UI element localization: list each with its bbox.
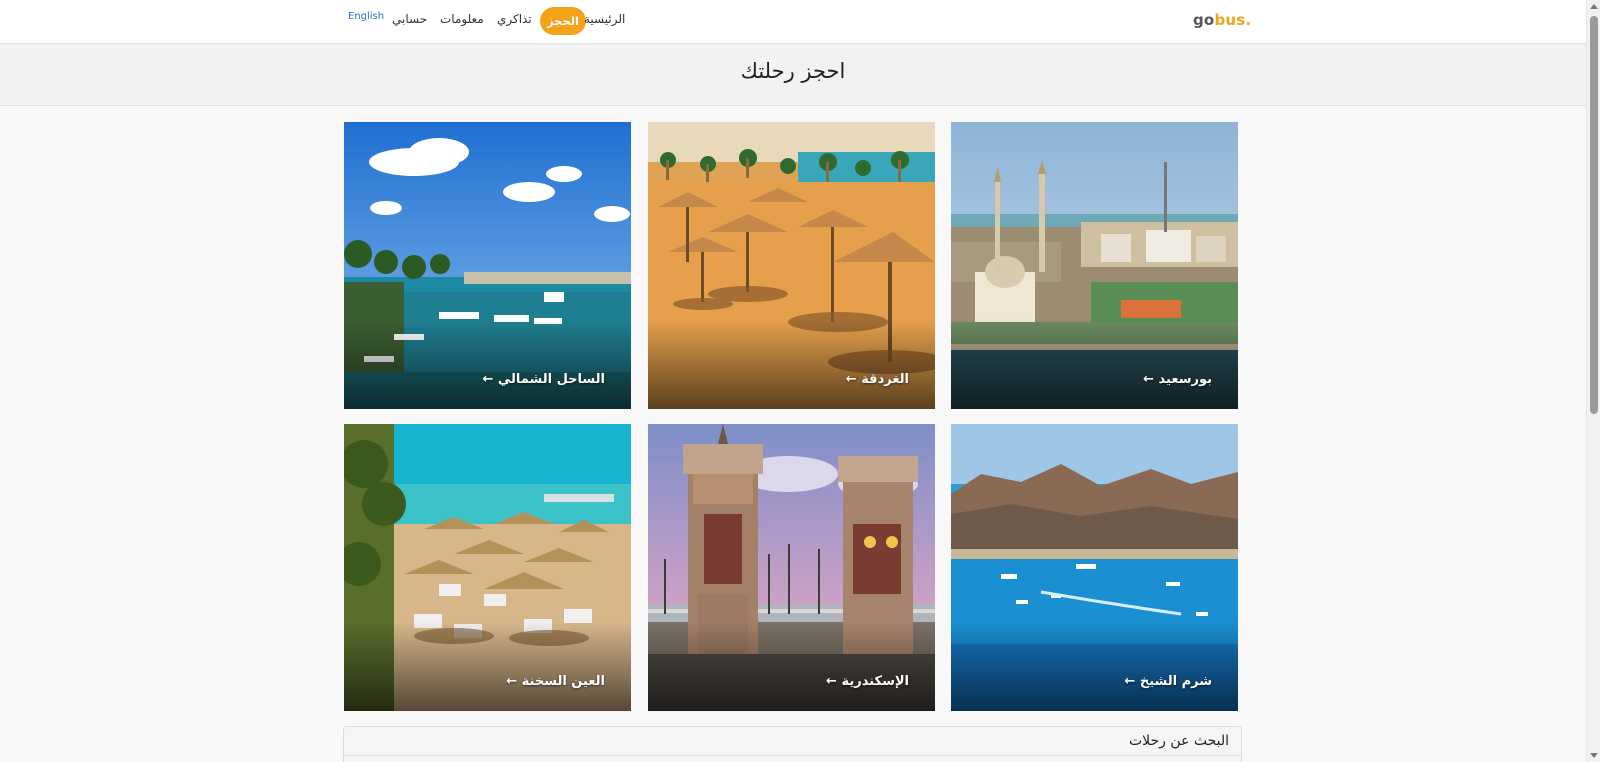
destination-card-port-said[interactable]: بورسعيد ← (951, 122, 1238, 409)
nav-item-account[interactable]: حسابي (392, 12, 427, 26)
destination-label: الساحل الشمالي ← (482, 372, 605, 387)
destination-card-north-coast[interactable]: الساحل الشمالي ← (344, 122, 631, 409)
nav-item-tickets[interactable]: تذاكري (497, 12, 532, 26)
page-title: احجز رحلتك (740, 59, 846, 83)
top-navbar: English حسابي معلومات تذاكري الحجز الرئي… (0, 0, 1586, 44)
nav-item-home[interactable]: الرئيسية (584, 12, 625, 26)
nav-item-info[interactable]: معلومات (440, 12, 484, 26)
vertical-scrollbar[interactable] (1586, 0, 1600, 762)
destination-card-sharm-el-sheikh[interactable]: شرم الشيخ ← (951, 424, 1238, 711)
destination-label: شرم الشيخ ← (1124, 674, 1212, 689)
destination-card-alexandria[interactable]: الإسكندرية ← (648, 424, 935, 711)
page-header: احجز رحلتك (0, 44, 1586, 106)
destination-label: الغردقة ← (845, 372, 909, 387)
scroll-up-icon[interactable] (1590, 4, 1598, 9)
language-switch-link[interactable]: English (348, 11, 384, 22)
scroll-thumb[interactable] (1590, 16, 1598, 414)
destination-label: بورسعيد ← (1143, 372, 1212, 387)
scroll-down-icon[interactable] (1590, 753, 1598, 758)
gobus-logo[interactable]: gobus. (1193, 11, 1251, 29)
nav-item-booking[interactable]: الحجز (540, 7, 586, 35)
search-trips-heading: البحث عن رحلات (1128, 733, 1229, 749)
destination-card-ain-sokhna[interactable]: العين السخنة ← (344, 424, 631, 711)
destination-card-hurghada[interactable]: الغردقة ← (648, 122, 935, 409)
search-trips-panel: البحث عن رحلات (343, 726, 1242, 762)
destination-label: العين السخنة ← (506, 674, 605, 689)
destination-label: الإسكندرية ← (826, 674, 909, 689)
